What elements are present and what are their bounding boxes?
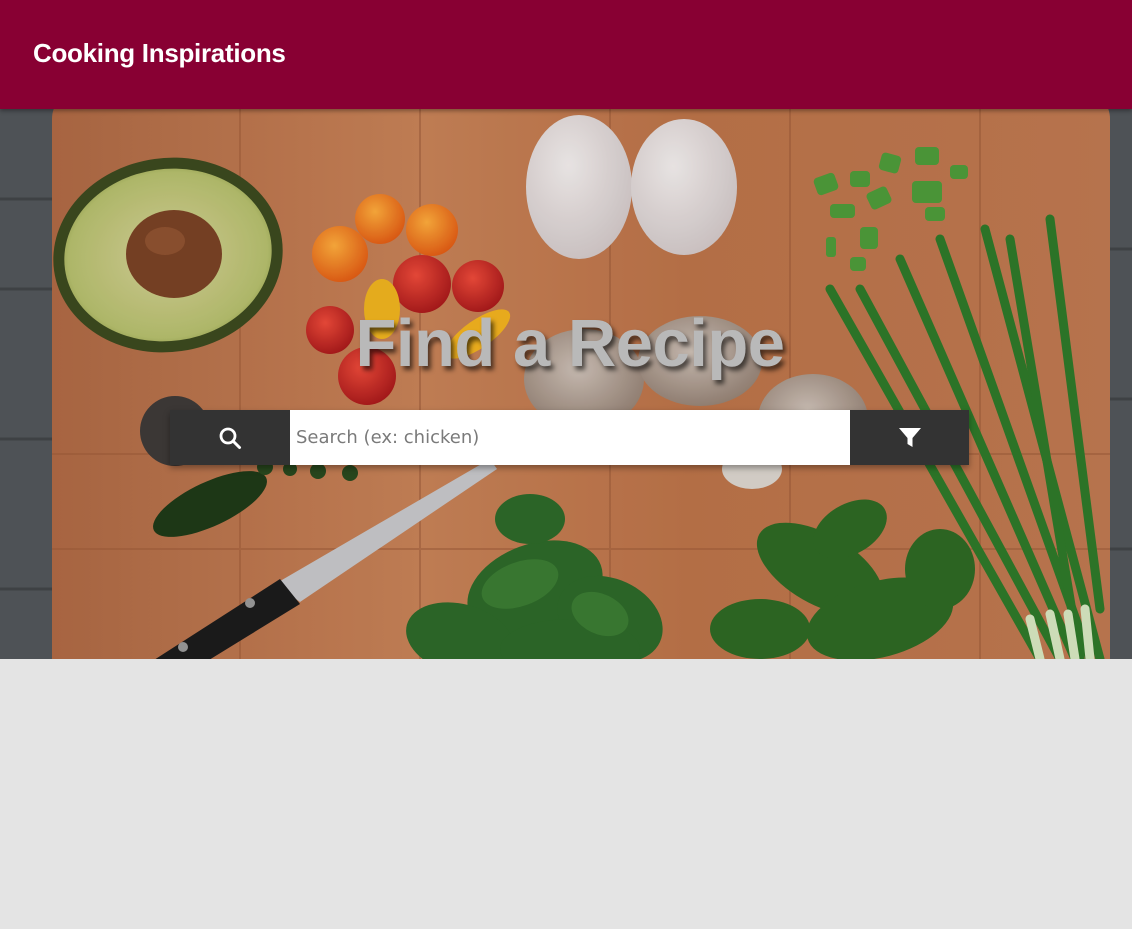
hero-title: Find a Recipe bbox=[355, 306, 785, 381]
search-bar bbox=[170, 410, 969, 465]
search-icon bbox=[219, 427, 241, 449]
filter-icon bbox=[898, 427, 921, 447]
site-title[interactable]: Cooking Inspirations bbox=[33, 38, 286, 69]
results-area bbox=[0, 659, 1132, 929]
search-input[interactable] bbox=[290, 410, 850, 465]
hero-background-image bbox=[0, 109, 1132, 659]
hero-banner: Find a Recipe bbox=[0, 109, 1132, 659]
search-button[interactable] bbox=[170, 410, 290, 465]
filter-button[interactable] bbox=[850, 410, 969, 465]
site-header: Cooking Inspirations bbox=[0, 0, 1132, 109]
